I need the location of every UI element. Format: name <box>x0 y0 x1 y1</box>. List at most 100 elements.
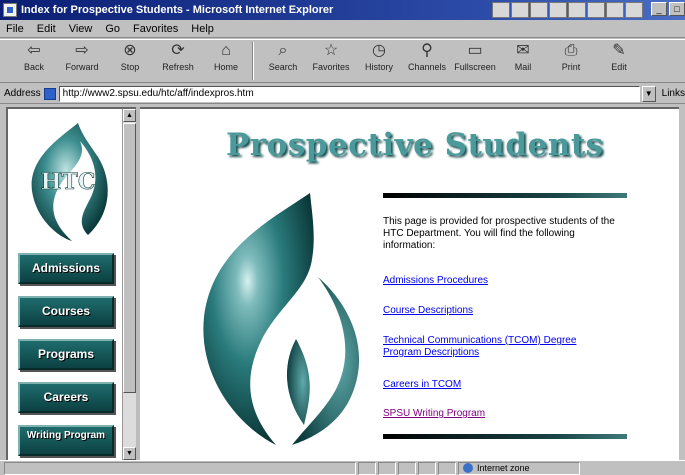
home-label: Home <box>213 62 238 72</box>
refresh-button[interactable]: ⟳ Refresh <box>154 40 202 82</box>
back-arrow-icon: ⇦ <box>27 42 41 59</box>
status-cell <box>438 461 456 475</box>
search-label: Search <box>268 62 298 72</box>
careers-in-tcom-link[interactable]: Careers in TCOM <box>383 379 461 391</box>
browser-window: Index for Prospective Students - Microso… <box>0 0 685 475</box>
forward-arrow-icon: ⇨ <box>75 42 89 59</box>
stop-button[interactable]: ⊗ Stop <box>106 40 154 82</box>
content-frame: Prospective Students This page is provid… <box>140 107 679 460</box>
channels-icon: ⚲ <box>421 42 433 59</box>
links-button[interactable]: Links <box>662 88 685 99</box>
zone-label: Internet zone <box>477 463 530 473</box>
menu-view[interactable]: View <box>69 23 93 35</box>
logo-home-label: Home <box>59 210 81 219</box>
refresh-label: Refresh <box>162 62 194 72</box>
scroll-thumb[interactable] <box>123 123 136 393</box>
tcom-degree-program-link[interactable]: Technical Communications (TCOM) Degree P… <box>383 335 583 359</box>
tray-app-icon[interactable] <box>511 2 529 18</box>
favorites-label: Favorites <box>312 62 350 72</box>
tray-app-icon[interactable] <box>568 2 586 18</box>
history-icon: ◷ <box>372 42 386 59</box>
toolbar-separator <box>252 42 254 80</box>
maximize-button[interactable]: □ <box>669 2 685 16</box>
address-bar: Address http://www2.spsu.edu/htc/aff/ind… <box>0 84 685 104</box>
stop-label: Stop <box>120 62 140 72</box>
menu-bar: File Edit View Go Favorites Help <box>0 20 685 38</box>
favorites-button[interactable]: ☆ Favorites <box>307 40 355 82</box>
page-title: Prospective Students <box>226 127 604 163</box>
channels-button[interactable]: ⚲ Channels <box>403 40 451 82</box>
tray-app-icon[interactable] <box>530 2 548 18</box>
careers-button[interactable]: Careers <box>18 382 114 413</box>
navigation-frame: HTC Home Admissions Courses Programs Car… <box>6 107 136 460</box>
fullscreen-button[interactable]: ▭ Fullscreen <box>451 40 499 82</box>
menu-edit[interactable]: Edit <box>37 23 56 35</box>
spsu-writing-program-link[interactable]: SPSU Writing Program <box>383 408 485 420</box>
print-icon: ⎙ <box>564 42 578 59</box>
search-button[interactable]: ⌕ Search <box>259 40 307 82</box>
home-icon: ⌂ <box>221 42 231 59</box>
title-bar: Index for Prospective Students - Microso… <box>0 0 685 20</box>
intro-paragraph: This page is provided for prospective st… <box>383 216 615 251</box>
print-button[interactable]: ⎙ Print <box>547 40 595 82</box>
tray-app-icon[interactable] <box>625 2 643 18</box>
history-label: History <box>364 62 393 72</box>
flame-graphic-icon <box>203 193 360 445</box>
home-button[interactable]: ⌂ Home <box>202 40 250 82</box>
tray-app-icon[interactable] <box>549 2 567 18</box>
fullscreen-icon: ▭ <box>467 42 483 59</box>
mail-button[interactable]: ✉ Mail <box>499 40 547 82</box>
tray-app-icon[interactable] <box>587 2 605 18</box>
title-bar-controls: _ □ <box>492 2 685 18</box>
admissions-button[interactable]: Admissions <box>18 253 114 284</box>
menu-help[interactable]: Help <box>191 23 214 35</box>
system-tray <box>492 2 643 18</box>
edit-button[interactable]: ✎ Edit <box>595 40 643 82</box>
tray-app-icon[interactable] <box>492 2 510 18</box>
scroll-up-icon[interactable]: ▲ <box>123 109 136 122</box>
channels-label: Channels <box>407 62 447 72</box>
tray-app-icon[interactable] <box>606 2 624 18</box>
edit-icon: ✎ <box>612 42 626 59</box>
htc-logo-icon[interactable]: HTC Home <box>18 119 114 244</box>
print-label: Print <box>561 62 581 72</box>
address-dropdown-button[interactable]: ▼ <box>641 85 656 102</box>
mail-icon: ✉ <box>516 42 530 59</box>
status-cell <box>378 461 396 475</box>
history-button[interactable]: ◷ History <box>355 40 403 82</box>
status-cell <box>398 461 416 475</box>
ie-window-icon <box>3 3 17 17</box>
window-title: Index for Prospective Students - Microso… <box>21 4 334 16</box>
top-divider-rule <box>383 193 627 198</box>
programs-button[interactable]: Programs <box>18 339 114 370</box>
fullscreen-label: Fullscreen <box>454 62 496 72</box>
search-icon: ⌕ <box>278 42 288 59</box>
toolbar: ⇦ Back ⇨ Forward ⊗ Stop ⟳ Refresh ⌂ Home ⌕ Sea… <box>0 39 685 83</box>
address-input[interactable]: http://www2.spsu.edu/htc/aff/indexpros.h… <box>58 85 640 102</box>
back-button[interactable]: ⇦ Back <box>10 40 58 82</box>
security-zone-cell: Internet zone <box>458 461 580 475</box>
courses-button[interactable]: Courses <box>18 296 114 327</box>
globe-icon <box>463 463 473 473</box>
forward-button[interactable]: ⇨ Forward <box>58 40 106 82</box>
stop-icon: ⊗ <box>123 42 137 59</box>
refresh-icon: ⟳ <box>171 42 185 59</box>
edit-label: Edit <box>611 62 627 72</box>
mail-label: Mail <box>514 62 532 72</box>
favorites-icon: ☆ <box>323 42 339 59</box>
scroll-down-icon[interactable]: ▼ <box>123 447 136 460</box>
writing-program-button[interactable]: Writing Program <box>18 425 114 456</box>
logo-text: HTC <box>41 169 96 195</box>
back-label: Back <box>23 62 44 72</box>
status-cell <box>418 461 436 475</box>
status-bar: Internet zone <box>0 460 685 475</box>
forward-label: Forward <box>65 62 99 72</box>
minimize-button[interactable]: _ <box>651 2 667 16</box>
menu-go[interactable]: Go <box>105 23 120 35</box>
admissions-procedures-link[interactable]: Admissions Procedures <box>383 275 488 287</box>
menu-favorites[interactable]: Favorites <box>133 23 178 35</box>
nav-frame-scrollbar[interactable]: ▲ ▼ <box>122 109 136 460</box>
course-descriptions-link[interactable]: Course Descriptions <box>383 305 473 317</box>
menu-file[interactable]: File <box>6 23 24 35</box>
status-cell <box>358 461 376 475</box>
